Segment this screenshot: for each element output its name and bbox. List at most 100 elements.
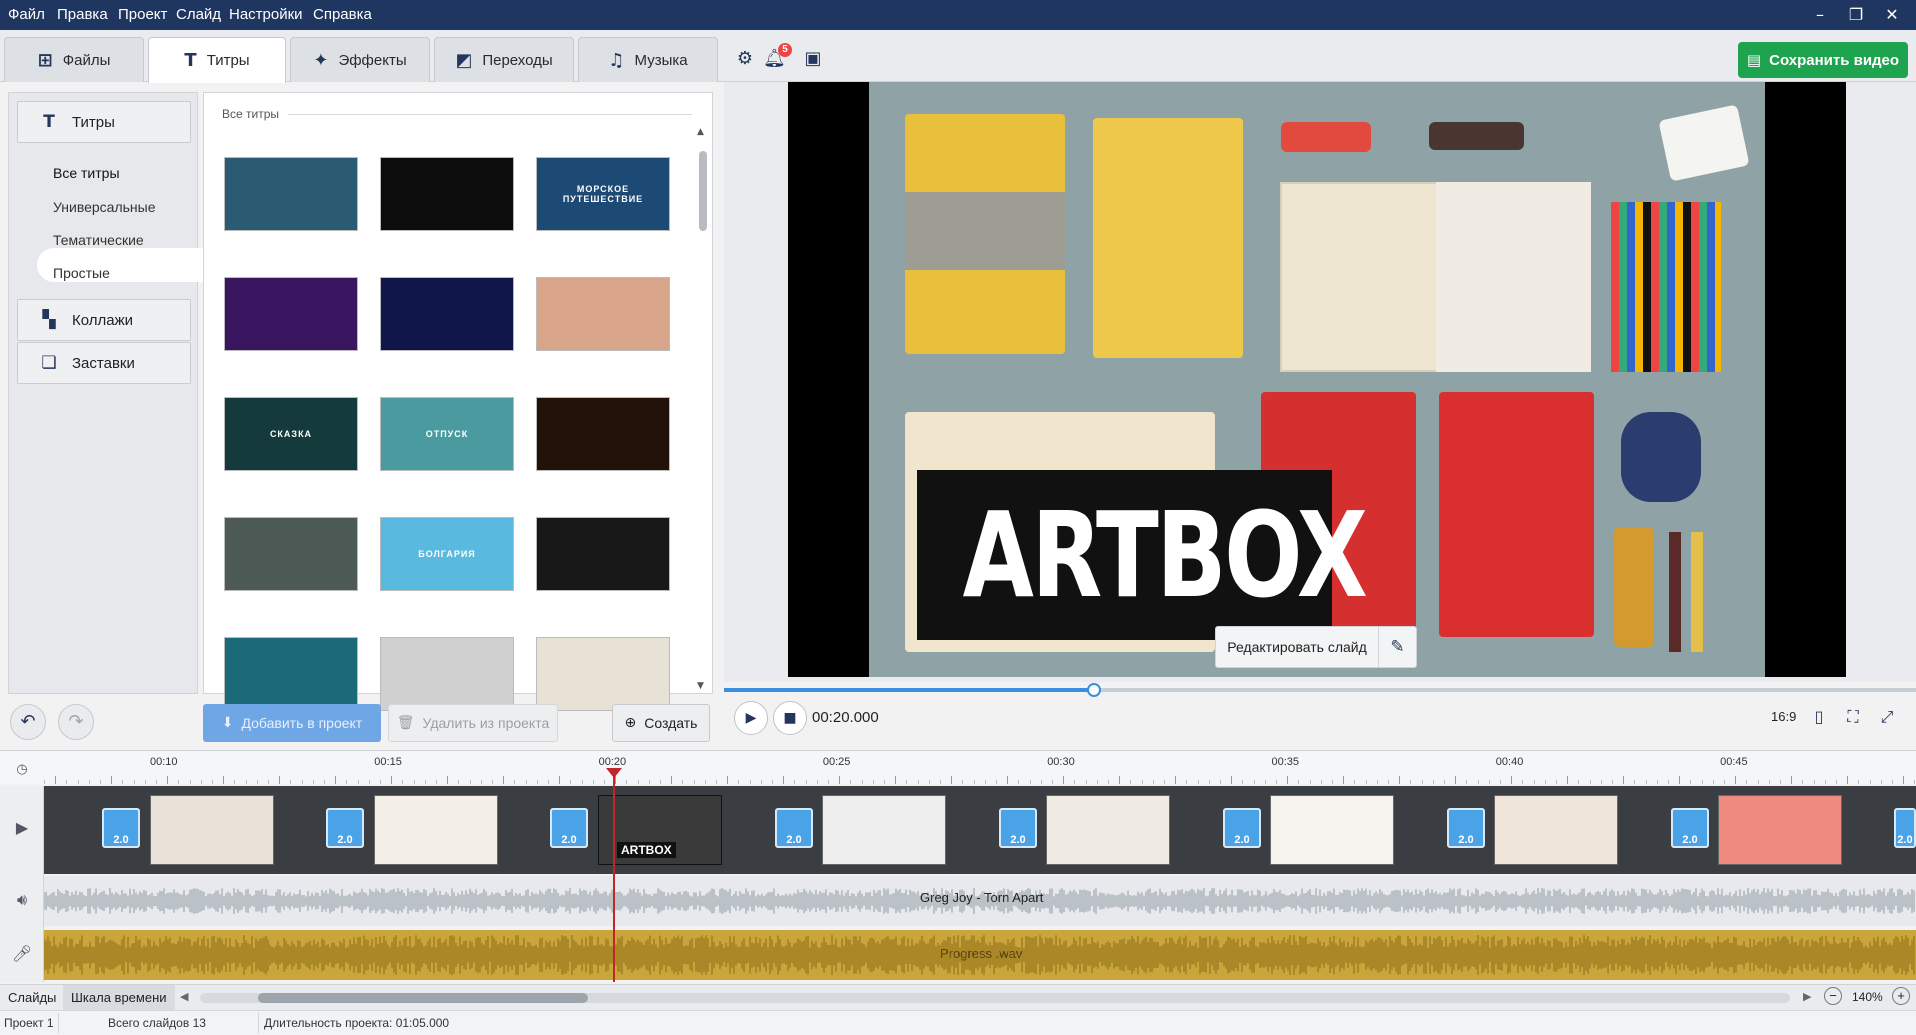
slide-clip[interactable] (822, 795, 946, 865)
slide-clip[interactable] (1718, 795, 1842, 865)
ruler-tick (156, 780, 157, 784)
transition-clip[interactable]: 2.0 (775, 808, 813, 848)
add-to-project-label: Добавить в проект (241, 715, 363, 731)
redo-button[interactable]: ↷ (58, 704, 94, 740)
title-template-thumb[interactable] (224, 637, 358, 711)
ruler-tick (55, 776, 57, 784)
slide-clip[interactable] (1494, 795, 1618, 865)
slide-clip[interactable] (1270, 795, 1394, 865)
ruler-tick (1533, 780, 1535, 784)
transition-clip[interactable]: 2.0 (999, 808, 1037, 848)
tab-slides[interactable]: Слайды (0, 985, 64, 1011)
scroll-down-icon[interactable]: ▼ (697, 681, 704, 691)
scroll-right-icon[interactable]: ▶ (1803, 990, 1811, 1003)
gallery-icon[interactable]: ▣ (802, 48, 824, 70)
timeline-ruler[interactable]: 00:10 00:15 00:20 00:25 00:30 00:35 00:40 00:45 (0, 750, 1916, 784)
transition-clip[interactable]: 2.0 (1223, 808, 1261, 848)
tab-effects[interactable]: ✦ Эффекты (290, 37, 430, 82)
slide-clip[interactable] (374, 795, 498, 865)
title-template-thumb[interactable] (380, 637, 514, 711)
tab-files[interactable]: ⊞ Файлы (4, 37, 144, 82)
title-template-thumb[interactable] (224, 277, 358, 351)
ruler-tick (436, 780, 437, 784)
transition-clip[interactable]: 2.0 (1894, 808, 1916, 848)
transition-clip[interactable]: 2.0 (326, 808, 364, 848)
gallery-scroll-thumb[interactable] (699, 151, 707, 231)
close-icon[interactable]: ✕ (1880, 4, 1904, 26)
zoom-out-icon[interactable]: − (1824, 987, 1842, 1005)
undo-button[interactable]: ↶ (10, 704, 46, 740)
menu-help[interactable]: Справка (313, 6, 372, 23)
title-template-thumb[interactable] (380, 277, 514, 351)
minimize-icon[interactable]: – (1808, 4, 1832, 26)
aspect-frame-icon[interactable]: ▯ (1808, 706, 1830, 728)
title-template-thumb[interactable] (536, 277, 670, 351)
create-button[interactable]: ⊕ Создать (612, 704, 710, 742)
ruler-tick (380, 780, 381, 784)
menu-file[interactable]: Файл (8, 6, 45, 23)
transition-clip[interactable]: 2.0 (550, 808, 588, 848)
ruler-tick (973, 780, 975, 784)
ruler-tick (301, 780, 303, 784)
ruler-tick (1074, 780, 1076, 784)
scroll-up-icon[interactable]: ▲ (697, 127, 704, 137)
slide-clip[interactable] (1046, 795, 1170, 865)
menu-slide[interactable]: Слайд (176, 6, 221, 23)
title-template-thumb[interactable] (224, 157, 358, 231)
title-template-thumb[interactable]: МОРСКОЕ ПУТЕШЕСТВИЕ (536, 157, 670, 231)
ruler-tick (1847, 776, 1849, 784)
ruler-label: 00:40 (1495, 756, 1524, 768)
subcategory-all[interactable]: Все титры (53, 165, 120, 181)
subcategory-simple[interactable]: Простые (53, 265, 110, 281)
zoom-in-icon[interactable]: + (1892, 987, 1910, 1005)
category-intros[interactable]: ❏ Заставки (17, 342, 191, 384)
timeline-scroll-thumb[interactable] (258, 993, 588, 1003)
gear-icon[interactable]: ⚙ (734, 48, 756, 70)
save-video-button[interactable]: ▤ Сохранить видео (1738, 42, 1908, 78)
title-template-thumb[interactable] (536, 397, 670, 471)
title-template-thumb[interactable]: БОЛГАРИЯ (380, 517, 514, 591)
ruler-tick (660, 780, 661, 784)
menu-settings[interactable]: Настройки (229, 6, 303, 23)
pencil-icon[interactable]: ✎ (1378, 627, 1416, 667)
restore-icon[interactable]: ❐ (1844, 4, 1868, 26)
transition-clip[interactable]: 2.0 (1447, 808, 1485, 848)
fullscreen-icon[interactable]: ⤢ (1876, 706, 1898, 728)
edit-slide-button[interactable]: Редактировать слайд ✎ (1215, 626, 1417, 668)
play-button[interactable]: ▶ (734, 701, 768, 735)
ruler-tick (1701, 780, 1703, 784)
ruler-tick (1343, 776, 1345, 784)
title-template-thumb[interactable]: ОТПУСК (380, 397, 514, 471)
delete-from-project-button[interactable]: 🗑︎ Удалить из проекта (388, 704, 558, 742)
ruler-tick (928, 780, 930, 784)
title-template-thumb[interactable] (536, 637, 670, 711)
add-to-project-button[interactable]: ⬇ Добавить в проект (203, 704, 381, 742)
menu-edit[interactable]: Правка (57, 6, 108, 23)
stop-button[interactable]: ■ (773, 701, 807, 735)
scroll-left-icon[interactable]: ◀ (180, 990, 188, 1003)
ruler-tick (772, 780, 773, 784)
subcategory-thematic[interactable]: Тематические (53, 232, 144, 248)
subcategory-universal[interactable]: Универсальные (53, 199, 156, 215)
title-template-thumb[interactable] (536, 517, 670, 591)
ruler-tick (279, 776, 281, 784)
title-template-thumb[interactable]: СКАЗКА (224, 397, 358, 471)
transition-clip[interactable]: 2.0 (102, 808, 140, 848)
ruler-tick (1376, 780, 1378, 784)
title-template-thumb[interactable] (380, 157, 514, 231)
playhead-line[interactable] (613, 772, 615, 982)
aspect-ratio-toggle[interactable]: 16:9 (1771, 709, 1796, 724)
seek-handle[interactable] (1086, 683, 1101, 697)
menu-project[interactable]: Проект (118, 6, 167, 23)
tab-titles[interactable]: T Титры (148, 37, 286, 83)
tab-timeline[interactable]: Шкала времени (63, 985, 175, 1011)
title-template-thumb[interactable] (224, 517, 358, 591)
tab-music[interactable]: ♫ Музыка (578, 37, 718, 82)
snapshot-icon[interactable]: ⛶ (1842, 706, 1864, 728)
category-titles[interactable]: T Титры (17, 101, 191, 143)
tab-transitions[interactable]: ◩ Переходы (434, 37, 574, 82)
slide-clip[interactable] (150, 795, 274, 865)
transition-clip[interactable]: 2.0 (1671, 808, 1709, 848)
category-collages[interactable]: ▚ Коллажи (17, 299, 191, 341)
slide-clip[interactable]: ARTBOX (598, 795, 722, 865)
